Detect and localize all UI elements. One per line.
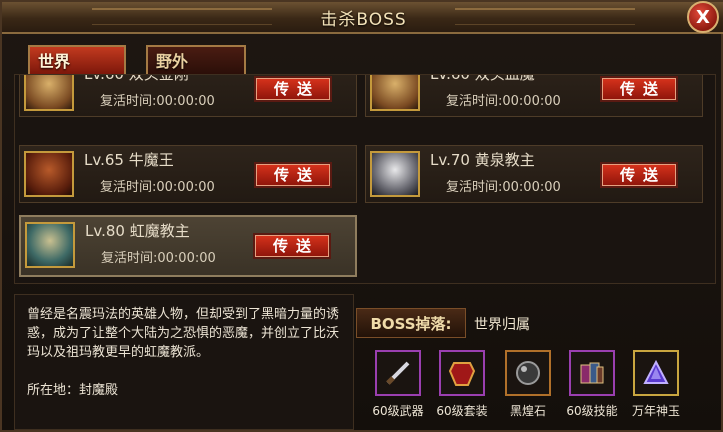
drop-item-label: 60级武器 bbox=[372, 404, 424, 418]
drop-item-skill[interactable]: 60级技能 bbox=[564, 350, 620, 419]
boss-description: 曾经是名震玛法的英雄人物，但却受到了黑暗力量的诱惑，成为了让整个大陆为之恐惧的恶… bbox=[27, 307, 340, 360]
drop-slot[interactable] bbox=[569, 350, 615, 396]
drop-slot[interactable] bbox=[505, 350, 551, 396]
boss-portrait bbox=[25, 222, 75, 268]
boss-window: 击杀BOSS X 世界BOSS 野外BOSS Lv.60 双头金刚 复活时间:0… bbox=[0, 0, 723, 432]
boss-name: Lv.60 双头血魔 bbox=[430, 74, 535, 83]
drop-item-label: 60级套装 bbox=[436, 404, 488, 418]
boss-name: Lv.60 双头金刚 bbox=[84, 74, 189, 83]
teleport-button[interactable]: 传送 bbox=[600, 76, 678, 102]
tab-field-boss[interactable]: 野外BOSS bbox=[146, 45, 246, 101]
boss-revive-time: 复活时间:00:00:00 bbox=[100, 180, 215, 195]
drop-slot[interactable] bbox=[633, 350, 679, 396]
drop-item-gem[interactable]: 万年神玉 bbox=[628, 350, 684, 419]
title-bar[interactable]: 击杀BOSS bbox=[2, 2, 723, 34]
tab-world-boss[interactable]: 世界BOSS bbox=[28, 45, 126, 101]
drop-item-stone[interactable]: 黑煌石 bbox=[500, 350, 556, 419]
boss-card-4[interactable]: Lv.80 虹魔教主 复活时间:00:00:00 传送 bbox=[19, 215, 357, 277]
boss-card-3[interactable]: Lv.70 黄泉教主 复活时间:00:00:00 传送 bbox=[365, 145, 703, 203]
boss-name: Lv.80 虹魔教主 bbox=[85, 222, 190, 240]
teleport-button[interactable]: 传送 bbox=[253, 233, 331, 259]
boss-description-panel: 曾经是名震玛法的英雄人物，但却受到了黑暗力量的诱惑，成为了让整个大陆为之恐惧的恶… bbox=[14, 294, 354, 430]
drop-item-armor[interactable]: 60级套装 bbox=[434, 350, 490, 419]
sword-icon bbox=[386, 361, 410, 385]
boss-card-1[interactable]: Lv.60 双头血魔 复活时间:00:00:00 传送 bbox=[365, 74, 703, 117]
boss-card-0[interactable]: Lv.60 双头金刚 复活时间:00:00:00 传送 bbox=[19, 74, 357, 117]
boss-portrait bbox=[370, 75, 420, 111]
boss-drops-panel: BOSS掉落: 世界归属 60级武器 60级套装 黑煌石 60级技能 万年神玉 bbox=[356, 294, 714, 428]
teleport-button[interactable]: 传送 bbox=[600, 162, 678, 188]
boss-revive-time: 复活时间:00:00:00 bbox=[101, 251, 216, 266]
teleport-button[interactable]: 传送 bbox=[254, 76, 332, 102]
boss-portrait bbox=[24, 75, 74, 111]
boss-revive-time: 复活时间:00:00:00 bbox=[446, 180, 561, 195]
armor-icon bbox=[448, 362, 476, 386]
boss-name: Lv.70 黄泉教主 bbox=[430, 151, 535, 169]
skillbook-icon bbox=[580, 362, 604, 384]
drop-item-label: 60级技能 bbox=[566, 404, 618, 418]
boss-revive-time: 复活时间:00:00:00 bbox=[100, 94, 215, 109]
drop-slot[interactable] bbox=[439, 350, 485, 396]
drop-item-weapon[interactable]: 60级武器 bbox=[370, 350, 426, 419]
drop-slot[interactable] bbox=[375, 350, 421, 396]
boss-list[interactable]: Lv.60 双头金刚 复活时间:00:00:00 传送 Lv.60 双头血魔 复… bbox=[14, 74, 716, 284]
drops-owner: 世界归属 bbox=[474, 317, 530, 333]
boss-name: Lv.65 牛魔王 bbox=[84, 151, 174, 169]
window-title: 击杀BOSS bbox=[320, 10, 407, 30]
boss-revive-time: 复活时间:00:00:00 bbox=[446, 94, 561, 109]
boss-card-2[interactable]: Lv.65 牛魔王 复活时间:00:00:00 传送 bbox=[19, 145, 357, 203]
boss-portrait bbox=[24, 151, 74, 197]
boss-location: 所在地：封魔殿 bbox=[27, 383, 119, 398]
stone-icon bbox=[516, 361, 540, 385]
drop-item-label: 黑煌石 bbox=[509, 404, 546, 418]
close-button[interactable]: X bbox=[687, 1, 719, 33]
drops-header: BOSS掉落: bbox=[356, 308, 466, 338]
teleport-button[interactable]: 传送 bbox=[254, 162, 332, 188]
drop-item-label: 万年神玉 bbox=[631, 404, 680, 418]
boss-portrait bbox=[370, 151, 420, 197]
gem-icon bbox=[643, 359, 669, 384]
